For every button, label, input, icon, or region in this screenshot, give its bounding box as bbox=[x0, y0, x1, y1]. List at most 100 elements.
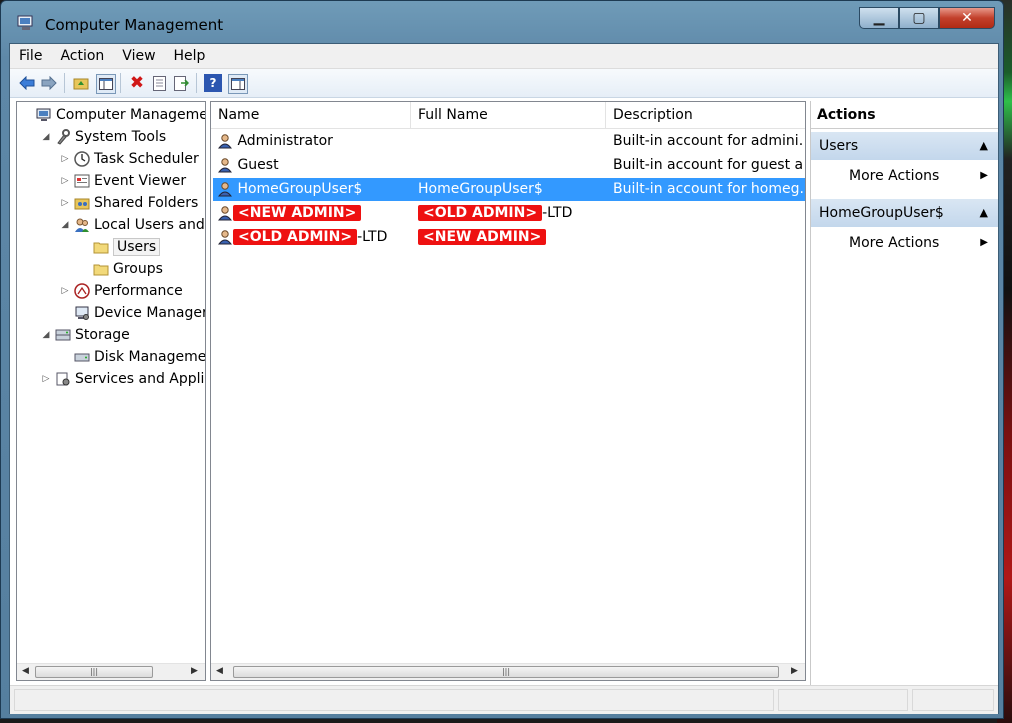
table-row[interactable]: Guest Built-in account for guest a... bbox=[213, 154, 805, 177]
collapsed-twisty-icon[interactable]: ▷ bbox=[59, 154, 71, 164]
status-cell-3 bbox=[912, 689, 994, 711]
actions-section-users[interactable]: Users ▲ bbox=[811, 132, 998, 160]
table-row[interactable]: Administrator Built-in account for admini… bbox=[213, 130, 805, 153]
cell-description: Built-in account for guest a... bbox=[613, 154, 803, 177]
delete-button[interactable]: ✖ bbox=[128, 73, 146, 93]
cell-full-name: <NEW ADMIN> bbox=[418, 226, 608, 249]
tree-item-system-tools[interactable]: ◢ System Tools bbox=[40, 126, 166, 148]
menu-action[interactable]: Action bbox=[51, 48, 113, 64]
redacted-label: <OLD ADMIN> bbox=[233, 229, 358, 245]
toolbar-separator bbox=[196, 73, 197, 93]
back-button[interactable] bbox=[18, 74, 36, 92]
table-row[interactable]: <NEW ADMIN> <OLD ADMIN> -LTD bbox=[213, 202, 805, 225]
scroll-left-icon[interactable]: ◀ bbox=[216, 666, 223, 676]
table-row[interactable]: HomeGroupUser$ HomeGroupUser$ Built-in acc… bbox=[213, 178, 805, 201]
expanded-twisty-icon[interactable]: ◢ bbox=[59, 220, 71, 230]
tree-item-disk-management[interactable]: Disk Management bbox=[59, 346, 205, 368]
tree-item-event-viewer[interactable]: ▷ Event Viewer bbox=[59, 170, 187, 192]
actions-section-homegroupuser[interactable]: HomeGroupUser$ ▲ bbox=[811, 199, 998, 227]
description: Built-in account for homeg... bbox=[613, 181, 803, 197]
maximize-button[interactable]: ▢ bbox=[899, 7, 939, 29]
full-name-suffix: -LTD bbox=[542, 205, 573, 221]
scroll-right-icon[interactable]: ▶ bbox=[191, 666, 198, 676]
toolbar-separator bbox=[120, 73, 121, 93]
column-header-name[interactable]: Name bbox=[211, 102, 411, 128]
up-one-level-button[interactable] bbox=[72, 74, 90, 92]
maximize-icon: ▢ bbox=[912, 10, 926, 26]
more-actions-users[interactable]: More Actions ▶ bbox=[811, 162, 998, 190]
tree-item-storage[interactable]: ◢ Storage bbox=[40, 324, 130, 346]
properties-icon bbox=[152, 75, 166, 91]
close-icon: ✕ bbox=[961, 10, 973, 26]
tree-item-performance[interactable]: ▷ Performance bbox=[59, 280, 183, 302]
scroll-left-icon[interactable]: ◀ bbox=[22, 666, 29, 676]
close-button[interactable]: ✕ bbox=[939, 7, 995, 29]
actions-section-label: Users bbox=[819, 138, 859, 154]
help-question-icon: ? bbox=[209, 76, 217, 90]
table-row[interactable]: <OLD ADMIN> -LTD <NEW ADMIN> bbox=[213, 226, 805, 249]
back-arrow-icon bbox=[19, 76, 35, 90]
folder-icon bbox=[93, 261, 109, 277]
clock-icon bbox=[74, 151, 90, 167]
services-icon bbox=[55, 371, 71, 387]
collapse-up-icon[interactable]: ▲ bbox=[980, 199, 988, 227]
collapse-up-icon[interactable]: ▲ bbox=[980, 132, 988, 160]
tree-item-task-scheduler[interactable]: ▷ Task Scheduler bbox=[59, 148, 199, 170]
toolbar: ✖ ? bbox=[10, 69, 998, 98]
list-scroll-thumb[interactable]: ||| bbox=[233, 666, 779, 678]
cell-full-name: <OLD ADMIN> -LTD bbox=[418, 202, 608, 225]
tree-item-label: Storage bbox=[75, 327, 130, 343]
menu-file[interactable]: File bbox=[10, 48, 51, 64]
toolbar-separator bbox=[64, 73, 65, 93]
tree-horizontal-scrollbar[interactable]: ◀ ||| ▶ bbox=[17, 663, 205, 680]
export-list-button[interactable] bbox=[172, 74, 190, 92]
client-area: File Action View Help ✖ ? Computer Manag… bbox=[9, 43, 999, 714]
tree-item-label: Users bbox=[113, 238, 161, 256]
users-list-pane: Name Full Name Description Administrator… bbox=[210, 101, 806, 681]
menu-view[interactable]: View bbox=[113, 48, 164, 64]
collapsed-twisty-icon[interactable]: ▷ bbox=[40, 374, 52, 384]
tree-item-users[interactable]: Users bbox=[78, 236, 161, 258]
tree-item-groups[interactable]: Groups bbox=[78, 258, 163, 280]
tree-item-label: System Tools bbox=[75, 129, 167, 145]
event-viewer-icon bbox=[74, 173, 90, 189]
column-header-full-name[interactable]: Full Name bbox=[411, 102, 606, 128]
tree-item-label: Performance bbox=[94, 283, 183, 299]
forward-button[interactable] bbox=[40, 74, 58, 92]
status-bar bbox=[10, 685, 998, 714]
more-actions-homegroupuser[interactable]: More Actions ▶ bbox=[811, 229, 998, 257]
column-header-description[interactable]: Description bbox=[606, 102, 805, 128]
collapsed-twisty-icon[interactable]: ▷ bbox=[59, 176, 71, 186]
more-actions-label: More Actions bbox=[849, 168, 940, 184]
user-name: Administrator bbox=[233, 133, 333, 149]
tree-item-shared-folders[interactable]: ▷ Shared Folders bbox=[59, 192, 199, 214]
tree-item-local-users-and-gro[interactable]: ◢ Local Users and Gro bbox=[59, 214, 205, 236]
cell-description bbox=[613, 202, 803, 225]
title-bar[interactable]: Computer Management ▁ ▢ ✕ bbox=[7, 7, 997, 37]
user-name: Guest bbox=[233, 157, 279, 173]
tree-item-services-and-applicat[interactable]: ▷ Services and Applicat bbox=[40, 368, 205, 390]
tree-item-label: Task Scheduler bbox=[94, 151, 199, 167]
tree-item-computer-management[interactable]: Computer Management bbox=[21, 104, 205, 126]
tree-item-device-manager[interactable]: Device Manager bbox=[59, 302, 205, 324]
tree-scroll-thumb[interactable]: ||| bbox=[35, 666, 153, 678]
folder-icon bbox=[93, 239, 109, 255]
expanded-twisty-icon[interactable]: ◢ bbox=[40, 132, 52, 142]
cell-name: Administrator bbox=[217, 130, 413, 153]
more-actions-label: More Actions bbox=[849, 235, 940, 251]
list-horizontal-scrollbar[interactable]: ◀ ||| ▶ bbox=[211, 663, 805, 680]
user-name: HomeGroupUser$ bbox=[233, 181, 363, 197]
collapsed-twisty-icon[interactable]: ▷ bbox=[59, 286, 71, 296]
description: Built-in account for guest a... bbox=[613, 157, 803, 173]
minimize-button[interactable]: ▁ bbox=[859, 7, 899, 29]
disk-icon bbox=[74, 349, 90, 365]
show-hide-action-pane-button[interactable] bbox=[228, 74, 248, 94]
expanded-twisty-icon[interactable]: ◢ bbox=[40, 330, 52, 340]
scroll-right-icon[interactable]: ▶ bbox=[791, 666, 798, 676]
show-hide-console-tree-button[interactable] bbox=[96, 74, 116, 94]
menu-help[interactable]: Help bbox=[165, 48, 215, 64]
folder-up-icon bbox=[73, 78, 89, 90]
properties-button[interactable] bbox=[150, 74, 168, 92]
help-button[interactable]: ? bbox=[204, 74, 222, 92]
collapsed-twisty-icon[interactable]: ▷ bbox=[59, 198, 71, 208]
